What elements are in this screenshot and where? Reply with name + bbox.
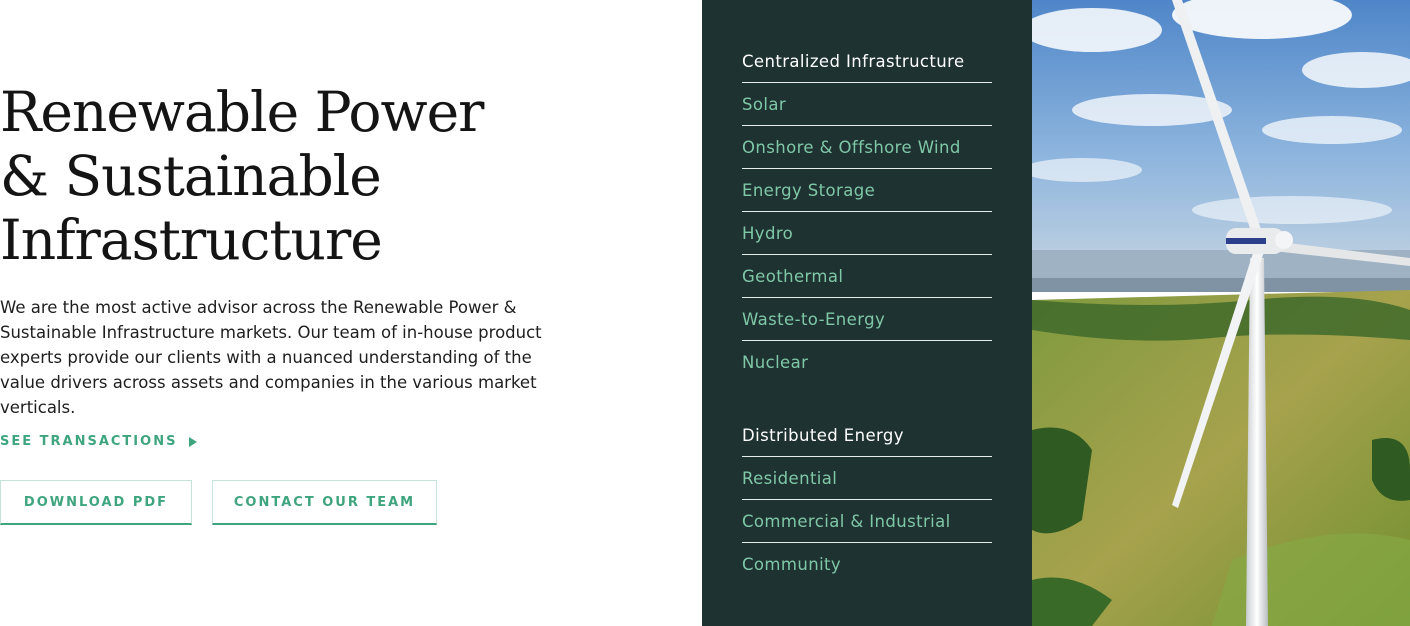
- wind-turbine-illustration: [1032, 0, 1410, 626]
- menu-group-distributed: Distributed Energy Residential Commercia…: [742, 414, 992, 586]
- page-title-line-2: & Sustainable: [0, 144, 382, 208]
- menu-item-geothermal[interactable]: Geothermal: [742, 255, 992, 298]
- play-arrow-icon: [189, 436, 198, 447]
- wind-turbine-photo: [1032, 0, 1410, 626]
- menu-item-waste-to-energy[interactable]: Waste-to-Energy: [742, 298, 992, 341]
- page-title-line-1: Renewable Power: [0, 80, 484, 144]
- menu-item-wind[interactable]: Onshore & Offshore Wind: [742, 126, 992, 169]
- intro-description: We are the most active advisor across th…: [0, 298, 542, 417]
- menu-group-centralized: Centralized Infrastructure Solar Onshore…: [742, 40, 992, 384]
- menu-item-solar[interactable]: Solar: [742, 83, 992, 126]
- download-pdf-button[interactable]: DOWNLOAD PDF: [0, 480, 192, 525]
- menu-item-nuclear[interactable]: Nuclear: [742, 341, 992, 384]
- menu-item-commercial-industrial[interactable]: Commercial & Industrial: [742, 500, 992, 543]
- intro-section: Renewable Power & Sustainable Infrastruc…: [0, 0, 702, 626]
- menu-item-hydro[interactable]: Hydro: [742, 212, 992, 255]
- menu-group-heading: Distributed Energy: [742, 414, 992, 457]
- page-title-line-3: Infrastructure: [0, 208, 383, 272]
- page-title: Renewable Power & Sustainable Infrastruc…: [0, 80, 560, 272]
- menu-item-energy-storage[interactable]: Energy Storage: [742, 169, 992, 212]
- see-transactions-link[interactable]: SEE TRANSACTIONS: [0, 434, 198, 449]
- see-transactions-label: SEE TRANSACTIONS: [0, 434, 178, 449]
- menu-item-residential[interactable]: Residential: [742, 457, 992, 500]
- contact-team-button[interactable]: CONTACT OUR TEAM: [212, 480, 437, 525]
- menu-group-heading: Centralized Infrastructure: [742, 40, 992, 83]
- menu-item-community[interactable]: Community: [742, 543, 992, 586]
- sector-menu: Centralized Infrastructure Solar Onshore…: [702, 0, 1032, 626]
